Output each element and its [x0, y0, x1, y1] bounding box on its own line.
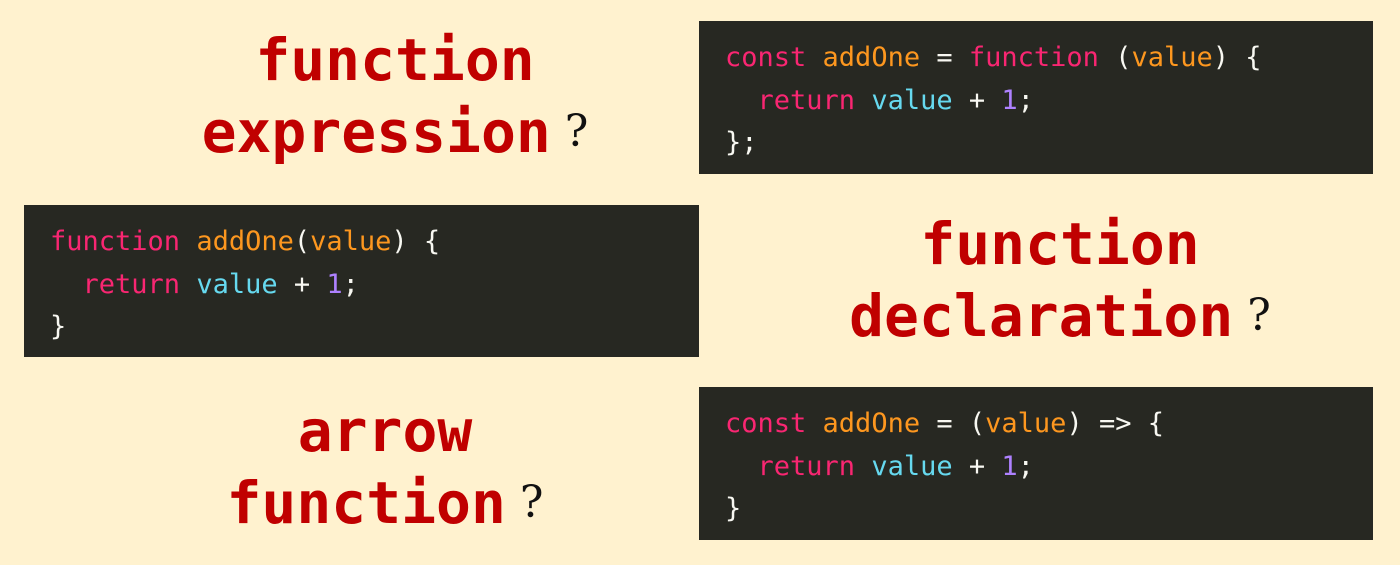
code-line-2: return value + 1;: [50, 269, 359, 300]
parameter: value: [985, 408, 1067, 439]
label-function-declaration: function declaration?: [820, 208, 1300, 352]
punctuation: (: [968, 408, 986, 439]
keyword: function: [968, 42, 1099, 73]
keyword: return: [757, 84, 856, 116]
code-line-1: const addOne = function (value) {: [725, 42, 1262, 73]
code-block-function-declaration: function addOne(value) { return value + …: [24, 205, 699, 357]
number-literal: 1: [1001, 84, 1018, 116]
operator: +: [968, 84, 986, 116]
code-block-function-expression: const addOne = function (value) { return…: [699, 21, 1373, 174]
parameter: value: [310, 226, 392, 257]
code-line-3: }: [725, 493, 742, 524]
keyword: const: [725, 408, 807, 439]
code-line-1: const addOne = (value) => {: [725, 408, 1164, 439]
variable: value: [196, 268, 278, 300]
operator: +: [968, 450, 986, 482]
label-text: declaration: [849, 282, 1234, 350]
question-mark: ?: [564, 106, 589, 157]
label-line-1: function: [920, 210, 1200, 278]
variable: value: [871, 84, 953, 116]
code-text: function addOne(value) { return value + …: [50, 221, 699, 349]
operator: +: [293, 268, 311, 300]
code-line-3: };: [725, 127, 758, 158]
code-text: const addOne = function (value) { return…: [725, 37, 1373, 165]
function-name: addOne: [822, 42, 921, 73]
code-line-2: return value + 1;: [725, 85, 1034, 116]
parameter: value: [1131, 42, 1213, 73]
code-block-arrow-function: const addOne = (value) => { return value…: [699, 387, 1373, 540]
punctuation: ;: [1017, 84, 1034, 116]
question-mark: ?: [519, 477, 544, 528]
operator: =: [936, 42, 953, 73]
code-line-2: return value + 1;: [725, 451, 1034, 482]
label-function-expression: function expression?: [175, 24, 615, 168]
function-name: addOne: [822, 408, 921, 439]
code-line-1: function addOne(value) {: [50, 226, 440, 257]
label-text: function: [226, 469, 506, 537]
punctuation: ) {: [1212, 42, 1262, 73]
keyword: function: [50, 226, 181, 257]
punctuation: (: [293, 226, 311, 257]
operator: =: [936, 408, 953, 439]
label-line-2: function?: [175, 467, 595, 539]
punctuation: ) {: [391, 226, 441, 257]
code-line-3: }: [50, 311, 67, 342]
code-text: const addOne = (value) => { return value…: [725, 403, 1373, 531]
keyword: return: [757, 450, 856, 482]
variable: value: [871, 450, 953, 482]
label-line-1: function: [255, 26, 535, 94]
label-line-2: expression?: [175, 96, 615, 168]
number-literal: 1: [1001, 450, 1018, 482]
function-name: addOne: [196, 226, 294, 257]
number-literal: 1: [326, 268, 343, 300]
keyword: const: [725, 42, 807, 73]
keyword: return: [82, 268, 181, 300]
label-line-1: arrow: [297, 397, 473, 465]
label-line-2: declaration?: [820, 280, 1300, 352]
punctuation: ;: [342, 268, 359, 300]
punctuation: (: [1115, 42, 1132, 73]
question-mark: ?: [1247, 290, 1271, 341]
label-text: expression: [201, 98, 551, 166]
punctuation: ;: [1017, 450, 1034, 482]
punctuation: ) => {: [1066, 408, 1164, 439]
label-arrow-function: arrow function?: [175, 395, 595, 539]
